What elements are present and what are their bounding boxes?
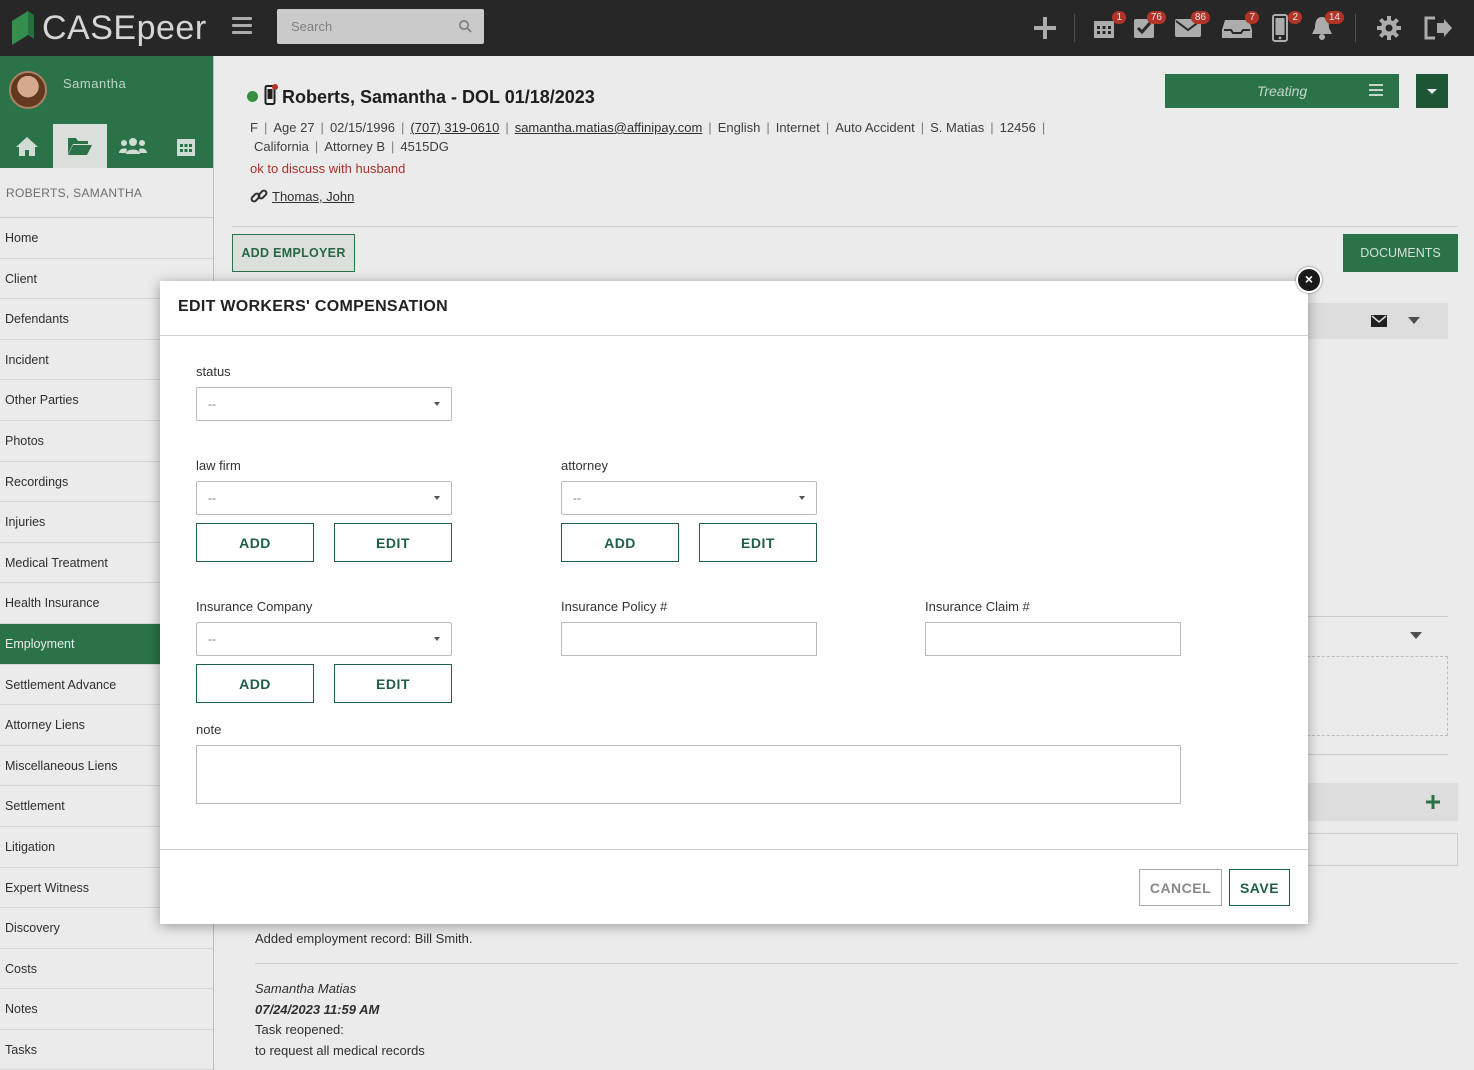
caret-down-icon bbox=[434, 402, 440, 406]
insurance-company-add-button[interactable]: ADD bbox=[196, 664, 314, 703]
law-firm-edit-button[interactable]: EDIT bbox=[334, 523, 452, 562]
close-icon[interactable]: × bbox=[1296, 267, 1322, 293]
caret-down-icon bbox=[434, 637, 440, 641]
note-textarea[interactable] bbox=[196, 745, 1181, 804]
law-firm-add-button[interactable]: ADD bbox=[196, 523, 314, 562]
caret-down-icon bbox=[799, 496, 805, 500]
status-label: status bbox=[196, 364, 231, 379]
insurance-claim-input[interactable] bbox=[925, 622, 1181, 656]
law-firm-select-value: -- bbox=[208, 491, 216, 505]
divider bbox=[160, 335, 1308, 336]
caret-down-icon bbox=[434, 496, 440, 500]
cancel-button[interactable]: CANCEL bbox=[1139, 869, 1222, 906]
law-firm-label: law firm bbox=[196, 458, 241, 473]
status-select[interactable]: -- bbox=[196, 387, 452, 421]
insurance-policy-label: Insurance Policy # bbox=[561, 599, 668, 614]
attorney-label: attorney bbox=[561, 458, 608, 473]
modal-title: EDIT WORKERS' COMPENSATION bbox=[178, 298, 448, 315]
divider bbox=[160, 849, 1308, 850]
attorney-select[interactable]: -- bbox=[561, 481, 817, 515]
edit-workers-comp-modal: EDIT WORKERS' COMPENSATION status -- law… bbox=[160, 281, 1308, 924]
insurance-company-select-value: -- bbox=[208, 632, 216, 646]
insurance-company-select[interactable]: -- bbox=[196, 622, 452, 656]
law-firm-select[interactable]: -- bbox=[196, 481, 452, 515]
attorney-add-button[interactable]: ADD bbox=[561, 523, 679, 562]
insurance-policy-input[interactable] bbox=[561, 622, 817, 656]
attorney-select-value: -- bbox=[573, 491, 581, 505]
insurance-company-label: Insurance Company bbox=[196, 599, 313, 614]
save-button[interactable]: SAVE bbox=[1229, 869, 1290, 906]
attorney-edit-button[interactable]: EDIT bbox=[699, 523, 817, 562]
insurance-claim-label: Insurance Claim # bbox=[925, 599, 1030, 614]
note-label: note bbox=[196, 722, 222, 737]
insurance-company-edit-button[interactable]: EDIT bbox=[334, 664, 452, 703]
status-select-value: -- bbox=[208, 397, 216, 411]
